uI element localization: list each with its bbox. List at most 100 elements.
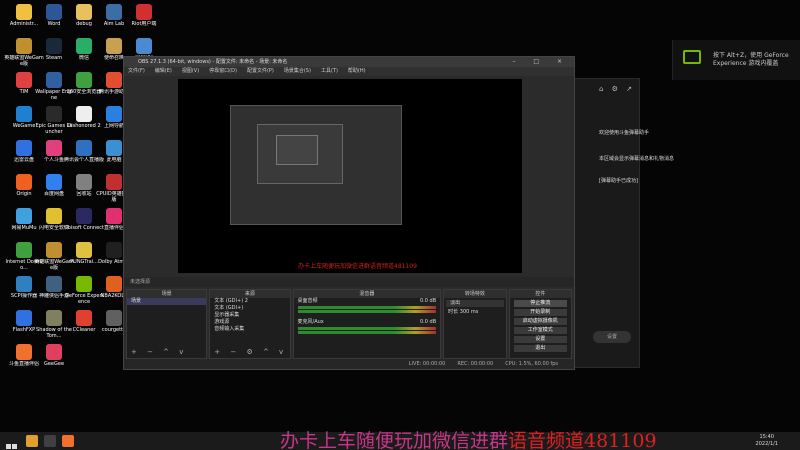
menu-help[interactable]: 帮助(H) (348, 67, 366, 76)
app-icon (106, 310, 122, 326)
preview-overlay-text: 办卡上车随便玩加微信进群语音频道481109 (298, 263, 417, 270)
desktop-shortcut[interactable]: Riot用户端 (124, 4, 164, 27)
app-icon (16, 4, 32, 20)
obs-window[interactable]: OBS 27.1.3 (64-bit, windows) - 配置文件: 未命名… (123, 56, 575, 370)
source-item[interactable]: 音频输入采集 (210, 326, 289, 333)
app-icon (16, 310, 32, 326)
app-icon (16, 242, 32, 258)
sources-dock[interactable]: 来源 文本 (GDI+) 2 文本 (GDI+) 显示器采集 游戏源 音频输入采… (209, 289, 291, 359)
menu-file[interactable]: 文件(F) (128, 67, 145, 76)
taskbar-explorer-icon[interactable] (26, 435, 38, 447)
app-icon (16, 174, 32, 190)
app-icon (136, 38, 152, 54)
app-icon (106, 4, 122, 20)
obs-menu-bar[interactable]: 文件(F) 编辑(E) 视图(V) 停靠窗口(D) 配置文件(P) 场景集合(S… (124, 67, 574, 76)
menu-profile[interactable]: 配置文件(P) (247, 67, 274, 76)
volume-meter (297, 327, 437, 330)
app-icon (46, 4, 62, 20)
obs-docks: 场景 场景 + − ^ v 来源 文本 (GDI+) 2 文本 (GDI+) 显… (124, 289, 574, 359)
sources-controls[interactable]: + − ⚙ ^ v (214, 348, 287, 356)
exit-button[interactable]: 退出 (513, 345, 567, 352)
obs-title: OBS 27.1.3 (64-bit, windows) - 配置文件: 未命名… (138, 59, 288, 65)
start-recording-button[interactable]: 开始录制 (513, 309, 567, 316)
app-icon (16, 344, 32, 360)
menu-docks[interactable]: 停靠窗口(D) (209, 67, 237, 76)
transition-duration[interactable]: 时长 300 ms (444, 309, 505, 316)
toast-text: 按下 Alt+Z，使用 GeForce Experience 游戏内覆盖 (713, 52, 789, 68)
channel-level: 0.0 dB (420, 319, 437, 325)
app-icon (106, 72, 122, 88)
channel-name: 桌面音频 (297, 298, 318, 304)
app-icon (76, 140, 92, 156)
volume-meter (297, 306, 437, 309)
app-icon (46, 310, 62, 326)
studio-mode-button[interactable]: 工作室模式 (513, 327, 567, 334)
scenes-dock[interactable]: 场景 场景 + − ^ v (126, 289, 208, 359)
app-icon (46, 276, 62, 292)
source-item[interactable]: 文本 (GDI+) 2 (210, 298, 289, 305)
volume-slider[interactable] (297, 331, 437, 334)
duration-label: 时长 (448, 309, 459, 315)
app-icon (46, 38, 62, 54)
system-clock[interactable]: 15:40 2022/1/1 (756, 434, 778, 448)
overlay-text-part-b: 语音频道481109 (508, 430, 657, 450)
app-icon (106, 174, 122, 190)
channel-level: 0.0 dB (420, 298, 437, 304)
controls-header: 控件 (509, 290, 571, 298)
volume-slider[interactable] (297, 310, 437, 313)
virtual-camera-button[interactable]: 启动虚拟摄像机 (513, 318, 567, 325)
shortcut-label: Riot用户端 (131, 21, 157, 27)
obs-title-bar[interactable]: OBS 27.1.3 (64-bit, windows) - 配置文件: 未命名… (124, 57, 574, 67)
danmu-helper-window[interactable]: ⌂ ⚙ ↗ 欢迎使用斗鱼弹幕助手 本区域会显示弹幕消息和礼物消息 [弹幕助手已成… (574, 78, 674, 368)
app-icon (46, 242, 62, 258)
transitions-dock[interactable]: 转场特效 淡出 时长 300 ms (443, 289, 507, 359)
desktop-shortcut[interactable]: GeeGee (34, 344, 74, 367)
app-icon (106, 140, 122, 156)
geforce-overlay-toast[interactable]: 按下 Alt+Z，使用 GeForce Experience 游戏内覆盖 (672, 40, 800, 80)
app-icon (46, 174, 62, 190)
scenes-header: 场景 (127, 290, 207, 298)
taskbar-douyu-icon[interactable] (62, 435, 74, 447)
app-icon (76, 208, 92, 224)
app-icon (76, 38, 92, 54)
helper-toolbar-icons[interactable]: ⌂ ⚙ ↗ (599, 85, 635, 93)
stop-streaming-button[interactable]: 停止推流 (513, 300, 567, 307)
menu-edit[interactable]: 编辑(E) (155, 67, 172, 76)
settings-button[interactable]: 设置 (513, 336, 567, 343)
nvidia-logo-icon (683, 50, 701, 64)
app-icon (46, 106, 62, 122)
app-icon (46, 140, 62, 156)
menu-scene-collection[interactable]: 场景集合(S) (284, 67, 311, 76)
menu-view[interactable]: 视图(V) (182, 67, 199, 76)
audio-mixer-dock[interactable]: 混音器 桌面音频 0.0 dB 麦克风/Aux 0.0 dB (292, 289, 442, 359)
transition-select[interactable]: 淡出 (446, 300, 504, 307)
controls-dock[interactable]: 控件 停止推流 开始录制 启动虚拟摄像机 工作室模式 设置 退出 (508, 289, 572, 359)
source-toolbar: 未选择源 (124, 277, 574, 287)
scene-item[interactable]: 场景 (127, 298, 207, 305)
sources-header: 来源 (210, 290, 290, 298)
app-icon (76, 4, 92, 20)
preview-nested-capture-3 (276, 135, 318, 165)
preview-nested-capture-2 (257, 124, 343, 184)
obs-preview[interactable]: 办卡上车随便玩加微信进群语音频道481109 (178, 79, 522, 273)
window-controls[interactable]: – □ × (512, 57, 570, 67)
duration-value[interactable]: 300 ms (460, 309, 479, 315)
app-icon (136, 4, 152, 20)
app-icon (46, 72, 62, 88)
menu-tools[interactable]: 工具(T) (321, 67, 338, 76)
app-icon (76, 276, 92, 292)
helper-settings-button[interactable]: 设置 (593, 331, 631, 343)
toast-line1: 按下 Alt+Z，使用 GeForce (713, 52, 789, 59)
app-icon (76, 72, 92, 88)
app-icon (106, 242, 122, 258)
source-item[interactable]: 文本 (GDI+) (210, 305, 289, 312)
taskbar-obs-icon[interactable] (44, 435, 56, 447)
source-item[interactable]: 游戏源 (210, 319, 289, 326)
scenes-controls[interactable]: + − ^ v (131, 348, 187, 356)
start-icon[interactable] (6, 435, 18, 449)
rec-timer: REC: 00:00:00 (457, 361, 494, 367)
clock-date: 2022/1/1 (755, 441, 778, 447)
app-icon (16, 72, 32, 88)
app-icon (46, 208, 62, 224)
source-item[interactable]: 显示器采集 (210, 312, 289, 319)
